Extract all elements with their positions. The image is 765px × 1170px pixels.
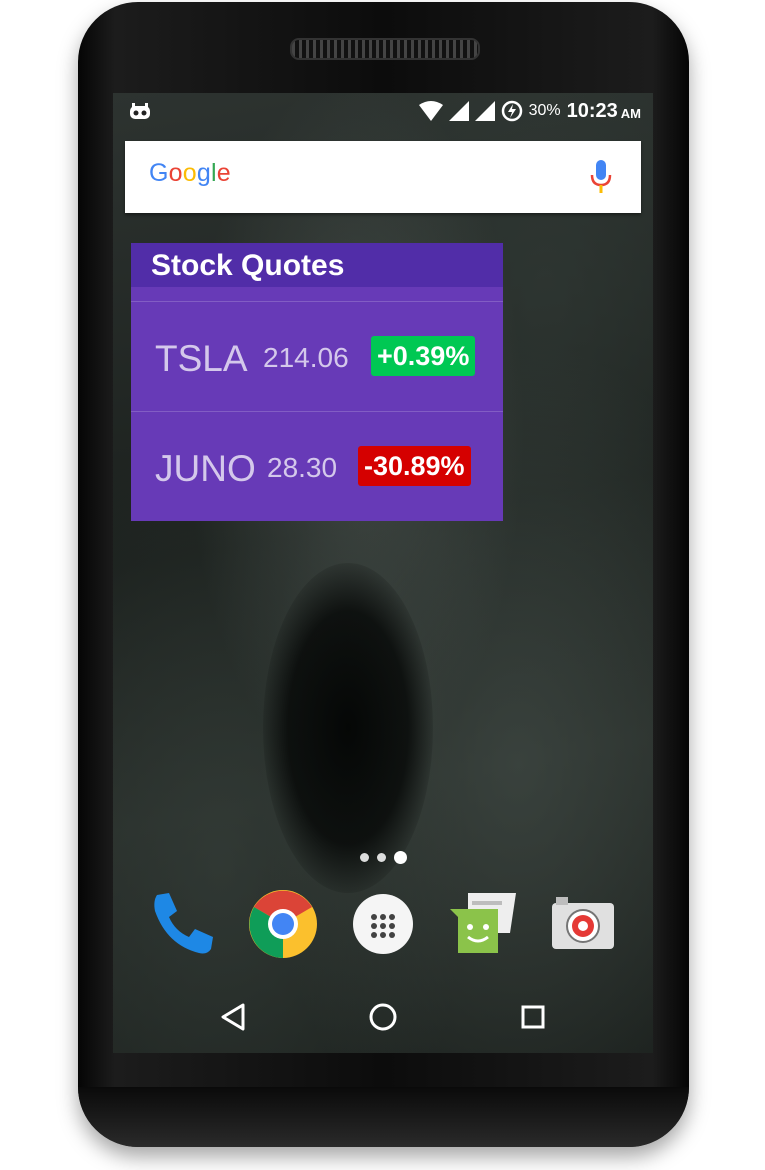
battery-charging-icon [501,100,522,122]
signal-icon [474,101,495,121]
phone-icon[interactable] [147,889,217,959]
quote-symbol: TSLA [155,338,248,379]
messenger-icon[interactable] [448,889,518,959]
quote-row[interactable]: TSLA 214.06 +0.39% [131,301,503,410]
signal-icon [448,101,469,121]
google-logo-letter: G [149,159,169,187]
wifi-icon [418,101,443,121]
quote-change-badge: -30.89% [358,446,471,486]
status-bar: 30% 10:23 AM [113,93,653,129]
microphone-icon[interactable] [589,160,613,194]
phone-chin [78,1087,689,1147]
speaker-grille [290,38,480,60]
widget-title: Stock Quotes [151,249,345,282]
widget-header: Stock Quotes [131,243,503,287]
home-screen: 30% 10:23 AM Google Stock Quotes TSLA 21… [113,93,653,1053]
google-search-bar[interactable]: Google [125,141,641,213]
wallpaper-shadow [263,563,433,893]
page-dot [360,853,369,862]
stock-quotes-widget[interactable]: Stock Quotes TSLA 214.06 +0.39% JUNO 28.… [131,243,503,521]
battery-percent: 30% [528,102,561,119]
page-dot [377,853,386,862]
chrome-icon[interactable] [248,889,318,959]
home-icon[interactable] [365,999,401,1035]
quote-price: 28.30 [267,452,338,483]
google-logo-letter: g [196,159,211,187]
back-icon[interactable] [215,999,251,1035]
clock-ampm: AM [620,105,641,121]
quote-row[interactable]: JUNO 28.30 -30.89% [131,411,503,520]
quote-price: 214.06 [263,342,349,373]
quote-change-badge: +0.39% [371,336,476,376]
recents-icon[interactable] [515,999,551,1035]
quote-symbol: JUNO [155,448,256,489]
page-indicator [360,851,407,864]
app-drawer-icon[interactable] [348,889,418,959]
page-dot-active [394,851,407,864]
google-logo: Google [149,159,231,188]
cyanogenmod-icon [130,103,150,119]
google-logo-letter: o [168,159,183,187]
clock-time: 10:23 [566,99,618,122]
camera-icon[interactable] [548,889,618,959]
google-logo-letter: o [182,159,197,187]
google-logo-letter: e [216,159,231,187]
